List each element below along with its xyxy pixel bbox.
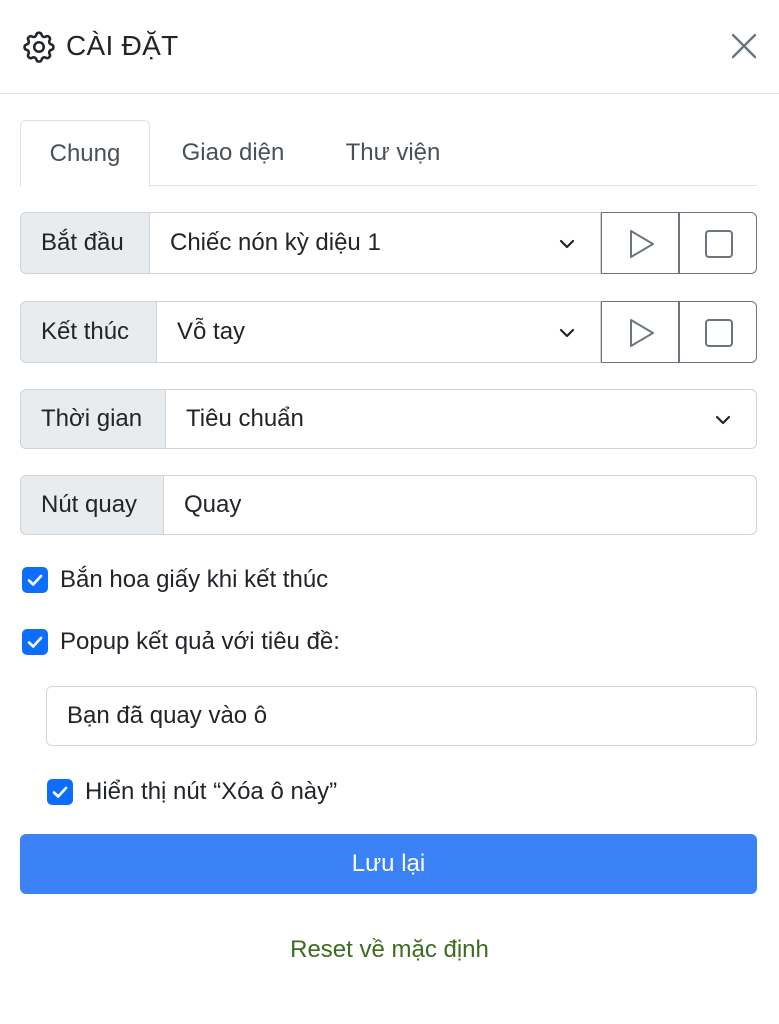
- tab-library[interactable]: Thư viện: [326, 120, 460, 186]
- stop-icon: [705, 230, 733, 258]
- spin-button-group: Nút quay Quay: [20, 475, 757, 535]
- gear-icon: [23, 31, 55, 63]
- close-icon[interactable]: [726, 28, 762, 64]
- checkbox-checked[interactable]: [47, 779, 73, 805]
- duration-value: Tiêu chuẩn: [186, 405, 304, 432]
- checkbox-checked[interactable]: [22, 567, 48, 593]
- popup-label: Popup kết quả với tiêu đề:: [60, 628, 340, 655]
- chevron-down-icon: [715, 415, 731, 425]
- stop-icon: [705, 319, 733, 347]
- tab-appearance[interactable]: Giao diện: [168, 120, 298, 186]
- save-button[interactable]: Lưu lại: [20, 834, 757, 894]
- start-sound-stop-button[interactable]: [679, 212, 757, 274]
- start-sound-label: Bắt đầu: [20, 212, 150, 274]
- duration-label: Thời gian: [20, 389, 166, 449]
- duration-select[interactable]: Tiêu chuẩn: [166, 389, 757, 449]
- reset-default-link[interactable]: Reset về mặc định: [0, 930, 779, 970]
- check-icon: [52, 786, 68, 798]
- start-sound-group: Bắt đầu Chiếc nón kỳ diệu 1: [20, 212, 757, 274]
- settings-header: CÀI ĐẶT: [0, 0, 779, 94]
- start-sound-value: Chiếc nón kỳ diệu 1: [170, 229, 381, 256]
- end-sound-play-button[interactable]: [601, 301, 679, 363]
- spin-button-input[interactable]: Quay: [164, 475, 757, 535]
- check-icon: [27, 574, 43, 586]
- end-sound-select[interactable]: Vỗ tay: [157, 301, 601, 363]
- play-icon: [630, 230, 654, 258]
- end-sound-value: Vỗ tay: [177, 318, 246, 345]
- check-icon: [27, 636, 43, 648]
- play-icon: [630, 319, 654, 347]
- checkbox-checked[interactable]: [22, 629, 48, 655]
- chevron-down-icon: [559, 328, 575, 338]
- tab-general[interactable]: Chung: [20, 120, 150, 187]
- start-sound-select[interactable]: Chiếc nón kỳ diệu 1: [150, 212, 601, 274]
- settings-tabs: Chung Giao diện Thư viện: [20, 120, 757, 187]
- chevron-down-icon: [559, 239, 575, 249]
- end-sound-label: Kết thúc: [20, 301, 157, 363]
- page-title: CÀI ĐẶT: [66, 30, 179, 61]
- confetti-label: Bắn hoa giấy khi kết thúc: [60, 566, 329, 593]
- start-sound-play-button[interactable]: [601, 212, 679, 274]
- duration-group: Thời gian Tiêu chuẩn: [20, 389, 757, 449]
- popup-title-input[interactable]: Bạn đã quay vào ô: [46, 686, 757, 746]
- spin-button-label: Nút quay: [20, 475, 164, 535]
- end-sound-stop-button[interactable]: [679, 301, 757, 363]
- end-sound-group: Kết thúc Vỗ tay: [20, 301, 757, 363]
- show-remove-label: Hiển thị nút “Xóa ô này”: [85, 778, 338, 805]
